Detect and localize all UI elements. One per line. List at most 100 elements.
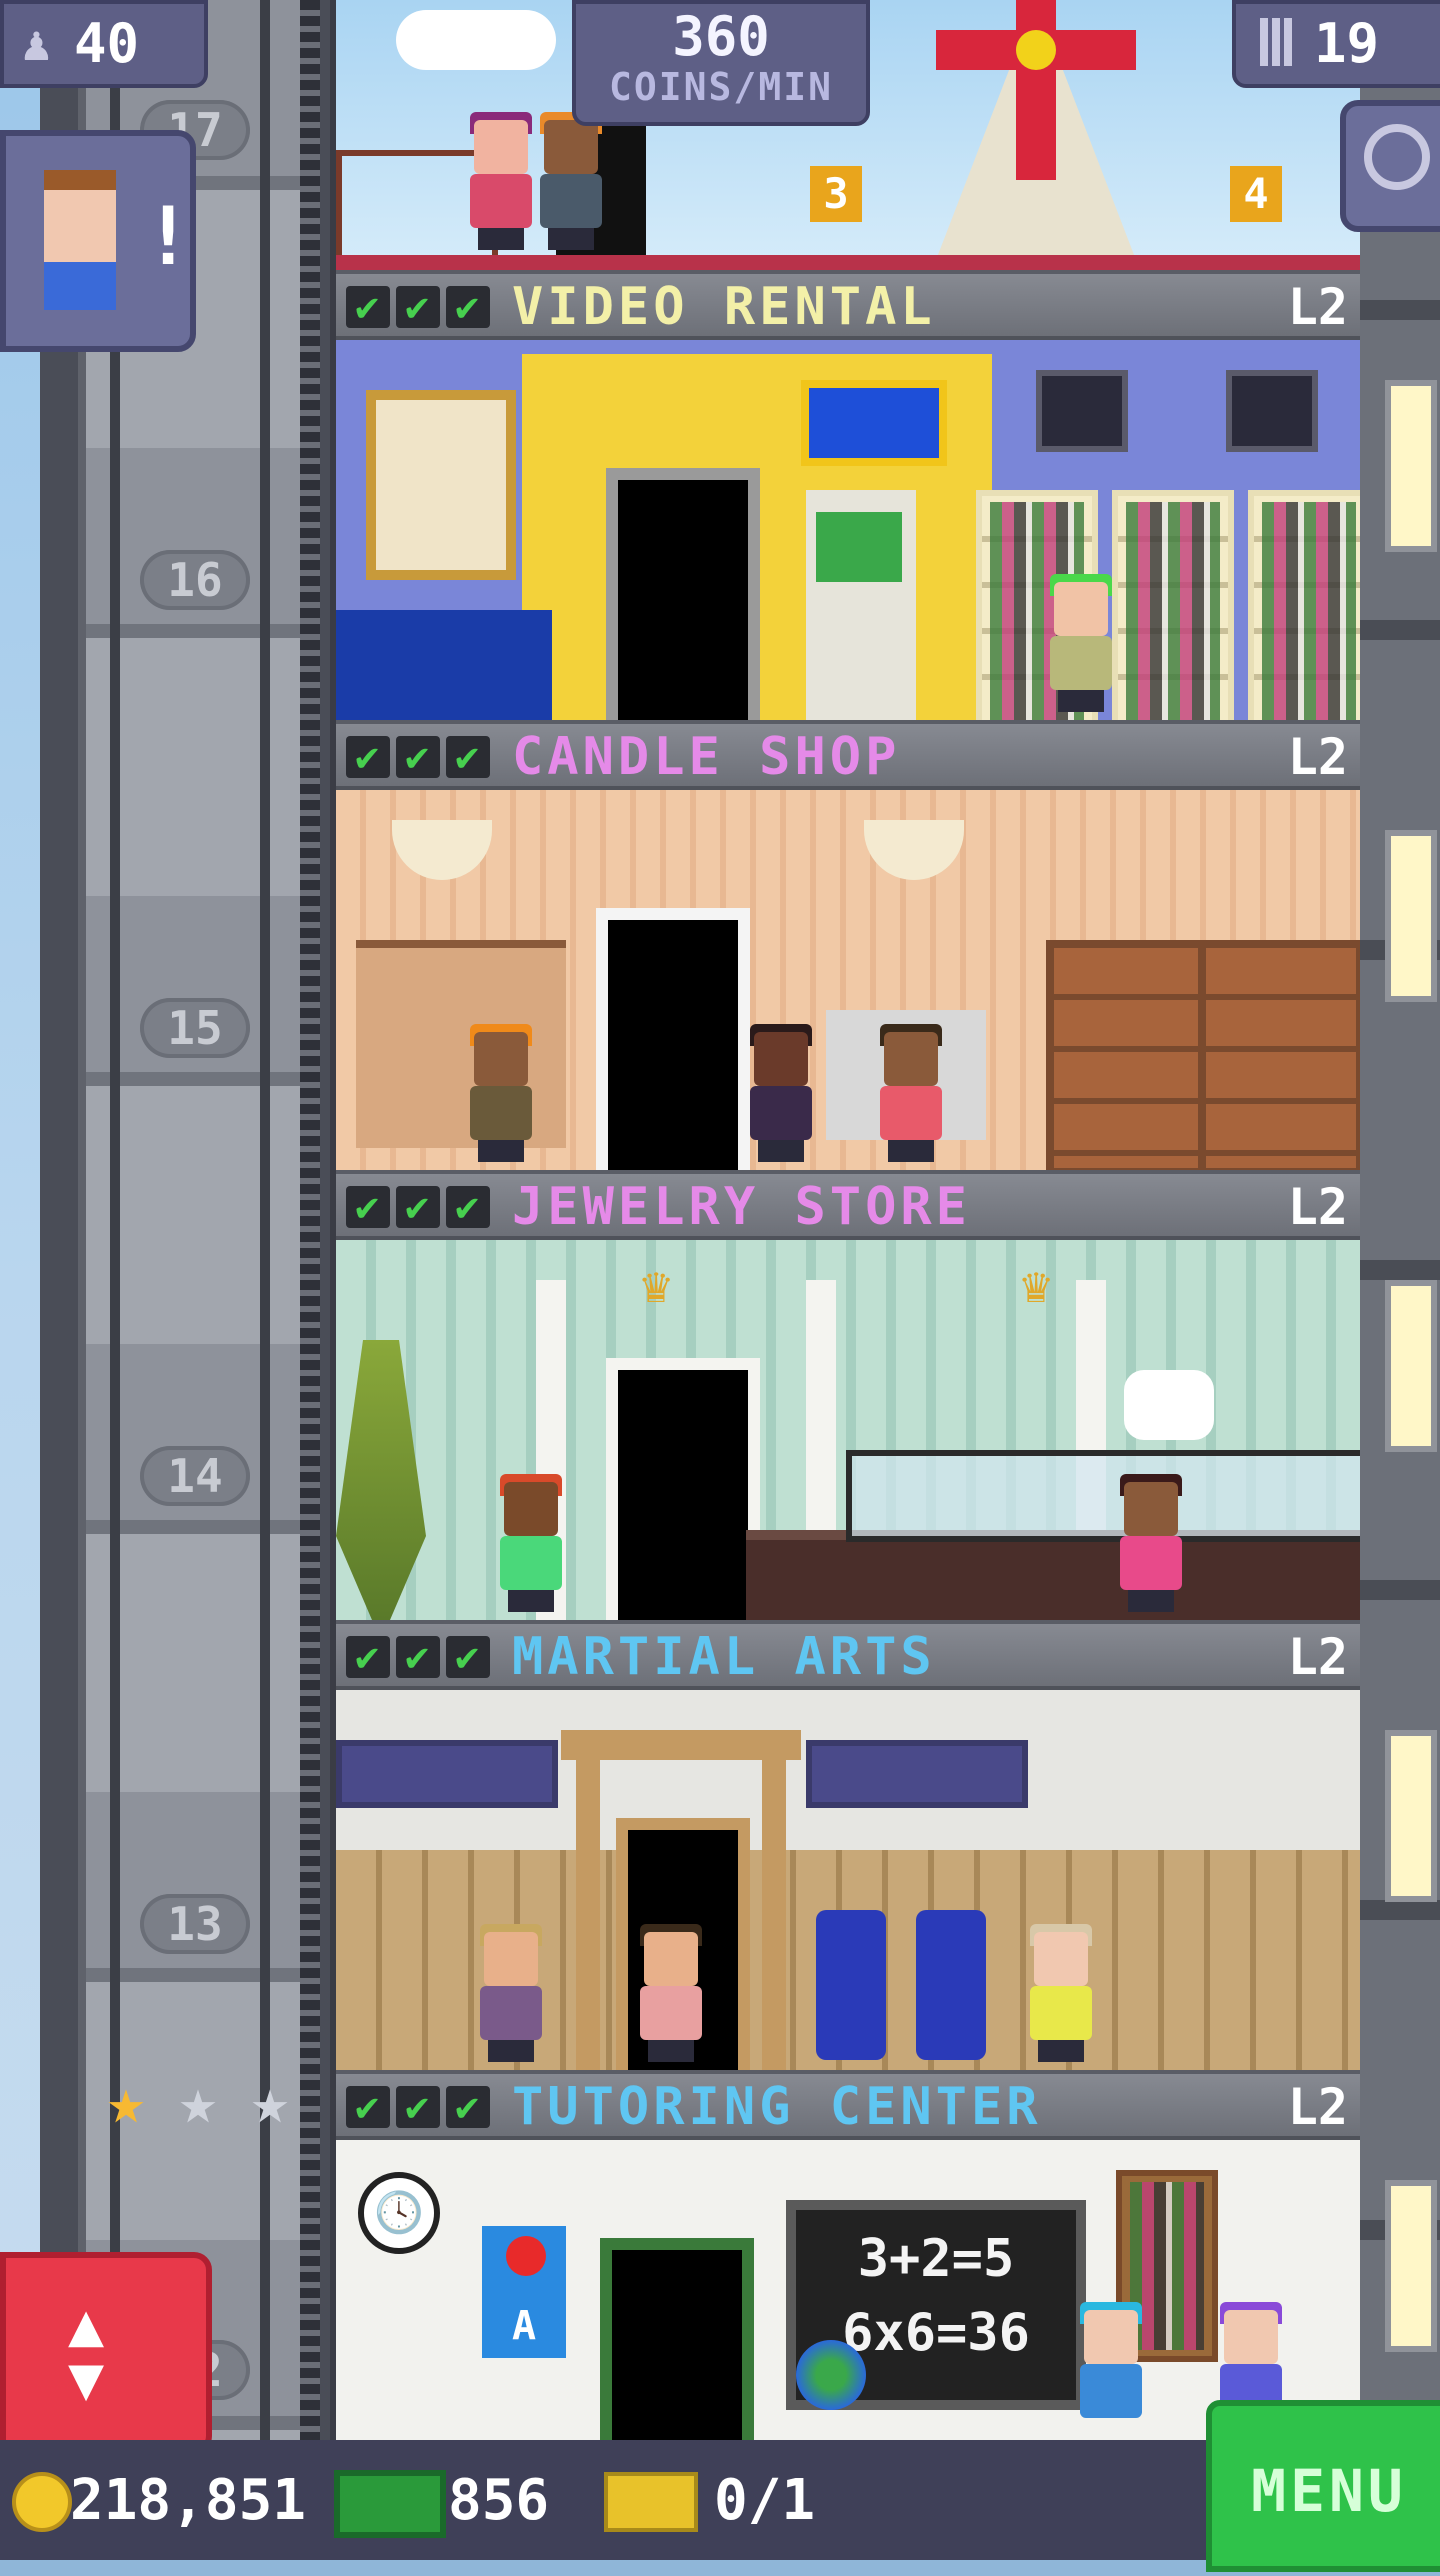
bitizen[interactable] (1026, 1924, 1096, 2062)
floor-room-jewelry-store[interactable]: ♛ ♛ (336, 1240, 1360, 1620)
coins-per-minute-label: COINS/MIN (609, 65, 833, 109)
thought-bubble (1124, 1370, 1214, 1440)
floor-number-label: 15 (140, 998, 250, 1058)
check-icon: ✔ (346, 286, 390, 328)
check-icon: ✔ (346, 1636, 390, 1678)
floor-banner[interactable]: ✔ ✔ ✔ TUTORING CENTER L2 (336, 2070, 1360, 2140)
punching-bag (916, 1910, 986, 2060)
bitizen[interactable] (466, 1024, 536, 1162)
floor-level: L2 (1287, 2078, 1348, 2136)
floor-banner[interactable]: ✔ ✔ ✔ MARTIAL ARTS L2 (336, 1620, 1360, 1690)
floors-value: 19 (1314, 12, 1380, 75)
candle-shelf (1046, 940, 1212, 1170)
bux-icon (334, 2470, 446, 2538)
floor-number-label: 14 (140, 1446, 250, 1506)
room-door (596, 908, 750, 1170)
roof-ledge (336, 255, 1360, 270)
dojo-banner (336, 1740, 558, 1808)
check-icon: ✔ (446, 1186, 490, 1228)
check-icon: ✔ (346, 1186, 390, 1228)
check-icon: ✔ (446, 736, 490, 778)
check-icon: ✔ (396, 1636, 440, 1678)
tv (1036, 370, 1128, 452)
candle-shelf (1198, 940, 1360, 1170)
check-icon: ✔ (396, 736, 440, 778)
population-counter[interactable]: ♟ 40 (0, 0, 208, 88)
chalkboard-line: 3+2=5 (857, 2229, 1015, 2289)
stock-checks: ✔ ✔ ✔ (346, 284, 496, 330)
bitizen[interactable] (1076, 2302, 1146, 2440)
display-case (846, 1450, 1360, 1542)
bitizen[interactable] (636, 1924, 706, 2062)
bitizen[interactable] (496, 1474, 566, 1612)
floor-level: L2 (1287, 1628, 1348, 1686)
zoom-button[interactable] (1340, 100, 1440, 232)
tv (1226, 370, 1318, 452)
stock-checks: ✔ ✔ ✔ (346, 2084, 496, 2130)
stock-checks: ✔ ✔ ✔ (346, 1184, 496, 1230)
elevator-button[interactable]: ▲ ▼ (0, 2252, 212, 2454)
punching-bag (816, 1910, 886, 2060)
arcade-screen (816, 512, 902, 582)
floor-room-martial-arts[interactable] (336, 1690, 1360, 2070)
check-icon: ✔ (446, 1636, 490, 1678)
bitizen[interactable] (466, 112, 536, 250)
window (1385, 1280, 1437, 1452)
stop-marker: 3 (810, 166, 862, 222)
bitizen[interactable] (476, 1924, 546, 2062)
tickets-value: 0/1 (714, 2468, 816, 2533)
bitizen[interactable] (536, 112, 606, 250)
poster (366, 390, 516, 580)
potted-plant (336, 1340, 426, 1620)
floor-level: L2 (1287, 1178, 1348, 1236)
check-icon: ✔ (396, 1186, 440, 1228)
star-empty-icon: ★ (178, 2065, 218, 2139)
check-icon: ✔ (446, 286, 490, 328)
magnifier-icon (1364, 124, 1430, 190)
floor-name: JEWELRY STORE (512, 1177, 971, 1237)
floor-room-candle-shop[interactable] (336, 790, 1360, 1170)
exclamation-icon: ! (144, 190, 193, 283)
floor-banner[interactable]: ✔ ✔ ✔ VIDEO RENTAL L2 (336, 270, 1360, 340)
quest-notification[interactable]: ! (0, 130, 196, 352)
floor-name: CANDLE SHOP (512, 727, 901, 787)
floor-room-tutoring-center[interactable]: 🕓 A 3+2=5 6x6=36 (336, 2140, 1360, 2440)
apple-icon (506, 2236, 546, 2276)
video-shelf (1112, 490, 1234, 720)
person-icon: ♟ (22, 16, 51, 72)
menu-button[interactable]: MENU (1206, 2400, 1440, 2572)
chandelier-icon: ♛ (1020, 1256, 1052, 1314)
dojo-banner (806, 1740, 1028, 1808)
floor-number-label: 16 (140, 550, 250, 610)
building-icon (1260, 18, 1294, 66)
stop-marker: 4 (1230, 166, 1282, 222)
floor-banner[interactable]: ✔ ✔ ✔ CANDLE SHOP L2 (336, 720, 1360, 790)
ceiling-lamp (392, 820, 492, 880)
ceiling-lamp (864, 820, 964, 880)
bitizen[interactable] (876, 1024, 946, 1162)
clock-icon: 🕓 (358, 2172, 440, 2254)
floor-banner[interactable]: ✔ ✔ ✔ JEWELRY STORE L2 (336, 1170, 1360, 1240)
stock-checks: ✔ ✔ ✔ (346, 1634, 496, 1680)
windmill-hub (1016, 30, 1056, 70)
room-door (600, 2238, 754, 2440)
stock-checks: ✔ ✔ ✔ (346, 734, 496, 780)
floor-name: VIDEO RENTAL (512, 277, 936, 337)
cloud (396, 10, 556, 70)
bitizen[interactable] (1116, 1474, 1186, 1612)
floor-level: L2 (1287, 278, 1348, 336)
window (1385, 2180, 1437, 2352)
bitizen[interactable] (1046, 574, 1116, 712)
chandelier-icon: ♛ (640, 1256, 672, 1314)
globe (796, 2340, 866, 2410)
floors-counter[interactable]: 19 (1232, 0, 1440, 88)
room-door (606, 1358, 760, 1620)
bitizen[interactable] (746, 1024, 816, 1162)
ticket-icon (604, 2472, 698, 2532)
floor-room-video-rental[interactable] (336, 340, 1360, 720)
check-icon: ✔ (346, 736, 390, 778)
window (1385, 380, 1437, 552)
torii-gate (576, 1760, 600, 2070)
check-icon: ✔ (396, 286, 440, 328)
windmill-blade (1016, 0, 1056, 180)
